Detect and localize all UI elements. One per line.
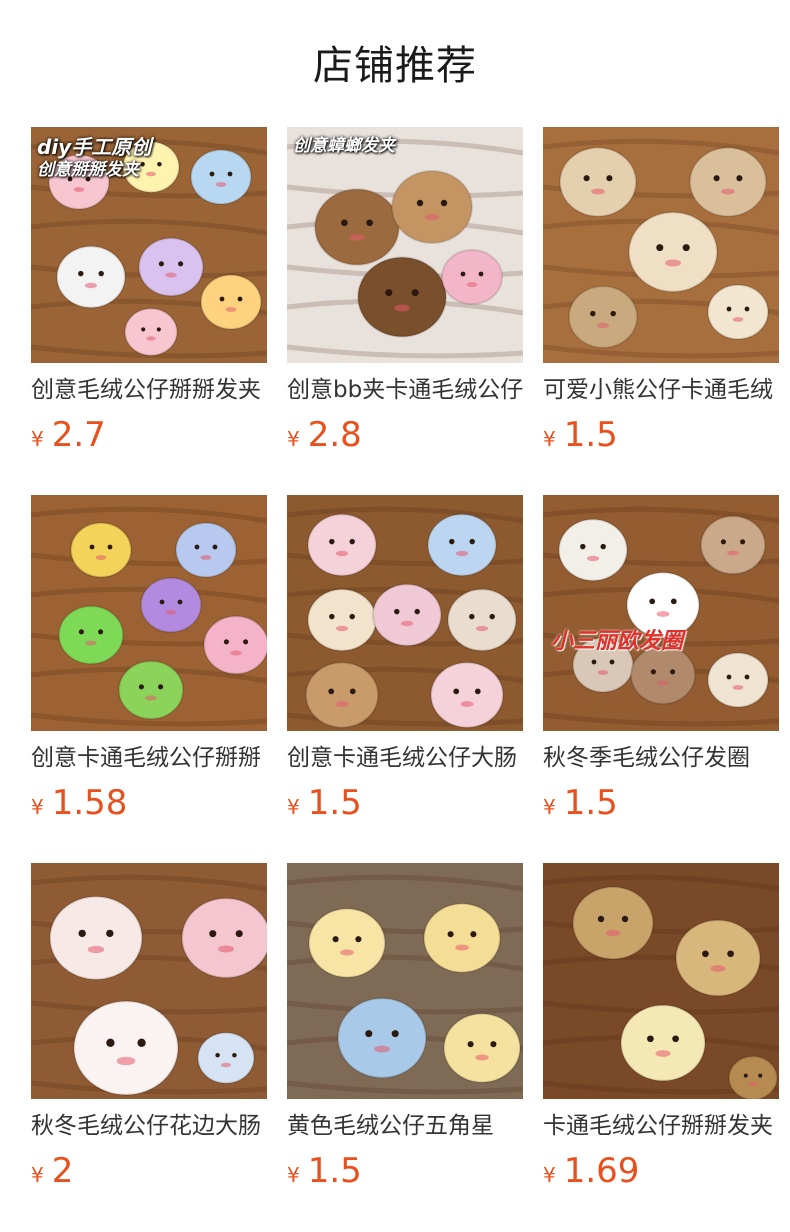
product-price: ¥ 2 <box>31 1149 73 1193</box>
page-title: 店铺推荐 <box>313 43 477 89</box>
product-image[interactable] <box>287 863 523 1099</box>
currency-symbol: ¥ <box>543 427 556 451</box>
price-amount: 2.8 <box>307 415 362 455</box>
image-overlay-caption: 创意掰掰发夹 <box>37 160 139 180</box>
product-image[interactable] <box>31 495 267 731</box>
product-image[interactable] <box>543 127 779 363</box>
currency-symbol: ¥ <box>31 1163 44 1187</box>
price-amount: 1.58 <box>51 783 128 823</box>
shop-recommendation-page: 店铺推荐 diy手工原创 创意掰掰发夹 创意毛绒公仔掰掰发夹 ¥ 2.7 创意蟑螂… <box>0 0 790 1232</box>
product-name[interactable]: 黄色毛绒公仔五角星 <box>287 1109 523 1143</box>
price-amount: 1.5 <box>307 783 362 823</box>
product-price: ¥ 1.5 <box>543 413 618 457</box>
product-card[interactable]: 创意卡通毛绒公仔掰掰 ¥ 1.58 <box>31 495 267 863</box>
cockroach-plush-clips-photo <box>287 127 523 363</box>
product-price: ¥ 2.7 <box>31 413 106 457</box>
product-name[interactable]: 创意毛绒公仔掰掰发夹 <box>31 373 267 407</box>
currency-symbol: ¥ <box>287 1163 300 1187</box>
teddy-bear-clips-photo <box>543 863 779 1099</box>
product-name[interactable]: 秋冬毛绒公仔花边大肠 <box>31 1109 267 1143</box>
yellow-star-plush-photo <box>287 863 523 1099</box>
product-name[interactable]: 可爱小熊公仔卡通毛绒 <box>543 373 779 407</box>
product-price: ¥ 1.5 <box>543 781 618 825</box>
image-overlay-caption: 小三丽欧发圈 <box>551 629 684 654</box>
product-price: ¥ 2.8 <box>287 413 362 457</box>
currency-symbol: ¥ <box>287 795 300 819</box>
price-amount: 2 <box>51 1151 74 1191</box>
currency-symbol: ¥ <box>543 795 556 819</box>
currency-symbol: ¥ <box>543 1163 556 1187</box>
product-image[interactable] <box>31 863 267 1099</box>
price-amount: 1.5 <box>563 415 618 455</box>
scrunchie-plush-photo <box>287 495 523 731</box>
product-card[interactable]: 秋冬毛绒公仔花边大肠 ¥ 2 <box>31 863 267 1231</box>
price-amount: 1.5 <box>563 783 618 823</box>
product-grid: diy手工原创 创意掰掰发夹 创意毛绒公仔掰掰发夹 ¥ 2.7 创意蟑螂发夹 创意… <box>31 127 779 1231</box>
price-amount: 1.5 <box>307 1151 362 1191</box>
product-card[interactable]: 卡通毛绒公仔掰掰发夹 ¥ 1.69 <box>543 863 779 1231</box>
product-card[interactable]: diy手工原创 创意掰掰发夹 创意毛绒公仔掰掰发夹 ¥ 2.7 <box>31 127 267 495</box>
product-card[interactable]: 可爱小熊公仔卡通毛绒 ¥ 1.5 <box>543 127 779 495</box>
image-overlay-caption: 创意蟑螂发夹 <box>293 136 395 156</box>
product-image[interactable] <box>543 863 779 1099</box>
product-name[interactable]: 创意bb夹卡通毛绒公仔 <box>287 373 523 407</box>
currency-symbol: ¥ <box>31 795 44 819</box>
product-name[interactable]: 创意卡通毛绒公仔掰掰 <box>31 741 267 775</box>
product-price: ¥ 1.5 <box>287 781 362 825</box>
lace-scrunchie-photo <box>31 863 267 1099</box>
plaid-scrunchie-photo <box>543 495 779 731</box>
bear-glasses-clips-photo <box>543 127 779 363</box>
product-name[interactable]: 创意卡通毛绒公仔大肠 <box>287 741 523 775</box>
product-price: ¥ 1.58 <box>31 781 127 825</box>
currency-symbol: ¥ <box>287 427 300 451</box>
product-card[interactable]: 黄色毛绒公仔五角星 ¥ 1.5 <box>287 863 523 1231</box>
product-name[interactable]: 卡通毛绒公仔掰掰发夹 <box>543 1109 779 1143</box>
price-amount: 1.69 <box>563 1151 640 1191</box>
product-image[interactable]: diy手工原创 创意掰掰发夹 <box>31 127 267 363</box>
product-image[interactable]: 创意蟑螂发夹 <box>287 127 523 363</box>
product-price: ¥ 1.5 <box>287 1149 362 1193</box>
product-image[interactable] <box>287 495 523 731</box>
currency-symbol: ¥ <box>31 427 44 451</box>
turtle-plush-clips-photo <box>31 495 267 731</box>
product-card[interactable]: 小三丽欧发圈 秋冬季毛绒公仔发圈 ¥ 1.5 <box>543 495 779 863</box>
product-card[interactable]: 创意卡通毛绒公仔大肠 ¥ 1.5 <box>287 495 523 863</box>
product-card[interactable]: 创意蟑螂发夹 创意bb夹卡通毛绒公仔 ¥ 2.8 <box>287 127 523 495</box>
product-price: ¥ 1.69 <box>543 1149 639 1193</box>
price-amount: 2.7 <box>51 415 106 455</box>
product-image[interactable]: 小三丽欧发圈 <box>543 495 779 731</box>
product-name[interactable]: 秋冬季毛绒公仔发圈 <box>543 741 779 775</box>
